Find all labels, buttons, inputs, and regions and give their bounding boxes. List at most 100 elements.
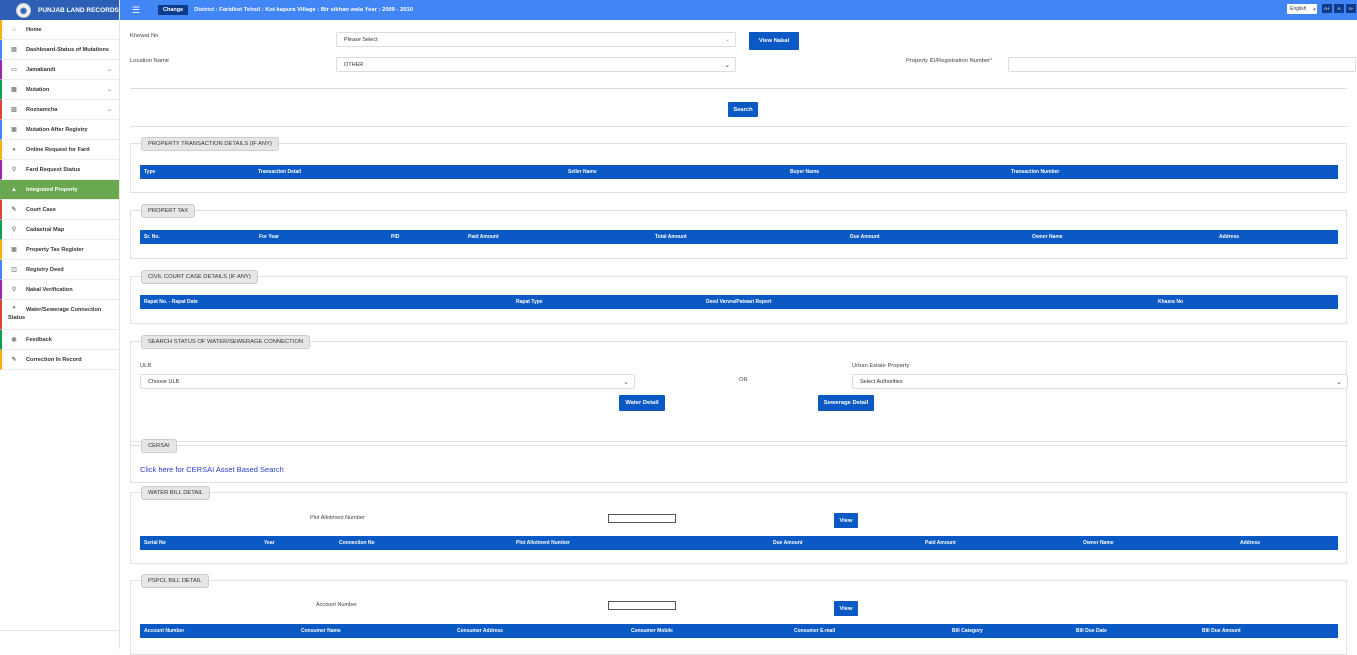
column-header: Address	[1240, 540, 1261, 546]
sidebar-item-label: Feedback	[26, 336, 52, 343]
cersai-section: CERSAI Click here for CERSAI Asset Based…	[130, 438, 1348, 483]
language-select[interactable]: English ▼	[1287, 4, 1317, 14]
property-id-input[interactable]	[1008, 57, 1356, 72]
khewat-select-value: Please Select	[344, 36, 378, 43]
book-icon: ▭	[11, 67, 17, 73]
sidebar-item-court-case[interactable]: ✎ Court Case	[0, 200, 119, 220]
location-select[interactable]: OTHER ⌄	[336, 57, 736, 72]
sidebar-item-label: Integrated Property	[26, 186, 78, 193]
registry-icon: ▣	[11, 127, 17, 133]
water-status-section: SEARCH STATUS OF WATER/SEWERAGE CONNECTI…	[130, 335, 1348, 442]
sidebar-item-integrated-property[interactable]: ▲ Integrated Property	[0, 180, 119, 200]
sidebar-item-label: Water/Sewerage Connection	[26, 307, 102, 313]
column-header: Total Amount	[655, 234, 687, 240]
or-label: OR	[739, 377, 748, 383]
sidebar-item-fard-request-status[interactable]: ⚲ Fard Request Status	[0, 160, 119, 180]
urban-estate-select[interactable]: Select Authorities ⌄	[852, 374, 1348, 389]
column-header: Bill Due Amount	[1202, 628, 1241, 634]
divider	[130, 126, 1347, 127]
hamburger-menu-icon[interactable]: ☰	[128, 5, 144, 16]
sidebar-item-registry-deed[interactable]: ◫ Registry Deed	[0, 260, 119, 280]
column-header: Bill Due Date	[1076, 628, 1107, 634]
sidebar-item-jamabandi[interactable]: ▭ Jamabandi ⌄	[0, 60, 119, 80]
column-header: Account Number	[144, 628, 185, 634]
column-header: Type	[144, 169, 156, 175]
transaction-table-header: Type Transaction Detail Seller Name Buyer N…	[140, 165, 1338, 179]
ulb-select[interactable]: Choose ULB ⌄	[140, 374, 635, 389]
pspcl-table-header: Account Number Consumer Name Consumer Addr…	[140, 624, 1338, 638]
property-id-label: Property ID/Registration Number*	[906, 58, 993, 64]
sewerage-detail-button[interactable]: Sewerage Detail	[818, 395, 874, 411]
sidebar-item-roznamcha[interactable]: ▥ Roznamcha ⌄	[0, 100, 119, 120]
column-header: Serial No	[144, 540, 166, 546]
column-header: Consumer E-mail	[794, 628, 836, 634]
khewat-select[interactable]: Please Select ⌄	[336, 32, 736, 47]
column-header: Due Amount	[773, 540, 803, 546]
top-bar: ☰ Change District : Faridkot Tehsil : Ko…	[120, 0, 1357, 20]
cersai-search-link[interactable]: Click here for CERSAI Asset Based Search	[140, 465, 284, 474]
location-select-value: OTHER	[344, 61, 364, 68]
chevron-down-icon: ⌄	[1336, 378, 1342, 386]
dashboard-icon: ▤	[11, 47, 17, 53]
water-bill-view-button[interactable]: View	[834, 513, 858, 528]
column-header: Consumer Address	[457, 628, 503, 634]
divider	[131, 445, 1348, 446]
location-info: District : Faridkot Tehsil : Kot kapura …	[194, 7, 413, 13]
sidebar-item-label: Court Case	[26, 206, 56, 213]
request-icon: ●	[12, 146, 16, 153]
sidebar-item-feedback[interactable]: ◉ Feedback	[0, 330, 119, 350]
sidebar-item-label: Jamabandi	[26, 66, 56, 73]
search-button[interactable]: Search	[728, 102, 758, 117]
column-header: Consumer Name	[301, 628, 341, 634]
sidebar-item-dashboard-status-of-mutations[interactable]: ▤ Dashboard-Status of Mutations	[0, 40, 119, 60]
water-drop-icon: ●	[12, 305, 16, 311]
ulb-label: ULB	[140, 363, 152, 369]
sidebar-item-online-request-for-fard[interactable]: ● Online Request for Fard	[0, 140, 119, 160]
font-increase-button[interactable]: A+	[1322, 4, 1332, 13]
font-normal-button[interactable]: A	[1334, 4, 1344, 13]
column-header: PID	[391, 234, 400, 240]
sidebar-item-label: Home	[26, 26, 42, 33]
sidebar-item-label: Online Request for Fard	[26, 146, 90, 153]
pspcl-view-button[interactable]: View	[834, 601, 858, 616]
column-header: Rapat Type	[516, 299, 543, 305]
sidebar-item-mutation-after-registry[interactable]: ▣ Mutation After Registry	[0, 120, 119, 140]
sidebar-nav: ⌂ Home ▤ Dashboard-Status of Mutations ▭ Jama…	[0, 20, 119, 370]
water-status-section-title: SEARCH STATUS OF WATER/SEWERAGE CONNECTI…	[141, 335, 311, 349]
main-content: Khewat No Please Select ⌄ View Nakal Loc…	[120, 20, 1357, 655]
font-decrease-button[interactable]: A-	[1346, 4, 1356, 13]
property-tax-section-title: PROPERT TAX	[141, 204, 196, 218]
water-bill-section-title: WATER BILL DETAIL	[141, 486, 211, 500]
account-number-input[interactable]	[608, 601, 676, 610]
view-nakal-button[interactable]: View Nakal	[749, 32, 799, 50]
sidebar-item-mutation[interactable]: ▦ Mutation ⌄	[0, 80, 119, 100]
deed-icon: ◫	[11, 267, 17, 273]
water-bill-section: WATER BILL DETAIL Plot Allotment Number …	[130, 486, 1347, 564]
transaction-section: PROPERTY TRANSACTION DETAILS (IF ANY) Ty…	[130, 137, 1347, 193]
change-location-button[interactable]: Change	[158, 5, 189, 15]
property-tax-section: PROPERT TAX Sr. No. For Year PID Paid Amoun…	[130, 204, 1347, 259]
khewat-label: Khewat No	[130, 33, 159, 39]
court-case-section-title: CIVIL COURT CASE DETAILS (IF ANY)	[141, 270, 258, 284]
ulb-select-value: Choose ULB	[148, 378, 180, 385]
sidebar-item-home[interactable]: ⌂ Home	[0, 20, 119, 40]
column-header: Transaction Number	[1011, 169, 1060, 175]
emblem-logo-icon: ◉	[16, 2, 31, 18]
language-value: English	[1290, 6, 1307, 12]
sidebar-item-property-tax-register[interactable]: ▣ Property Tax Register	[0, 240, 119, 260]
sidebar-item-water-sewerage-connection[interactable]: ● Water/Sewerage Connection Status	[0, 300, 119, 330]
urban-estate-select-value: Select Authorities	[860, 378, 903, 385]
sidebar-item-label: Mutation	[26, 86, 50, 93]
transaction-section-title: PROPERTY TRANSACTION DETAILS (IF ANY)	[141, 137, 279, 151]
brand-header[interactable]: ◉ PUNJAB LAND RECORDS	[0, 0, 119, 20]
sidebar-item-label: Registry Deed	[26, 266, 64, 273]
home-icon: ⌂	[12, 26, 16, 33]
plot-allotment-input[interactable]	[608, 514, 676, 523]
water-detail-button[interactable]: Water Detail	[619, 395, 665, 411]
search-icon: ⚲	[11, 167, 17, 173]
sidebar-item-cadastral-map[interactable]: ⚲ Cadastral Map	[0, 220, 119, 240]
column-header: Owner Name	[1032, 234, 1063, 240]
register-icon: ▣	[11, 247, 17, 253]
sidebar-item-correction-in-record[interactable]: ✎ Correction In Record	[0, 350, 119, 370]
sidebar-item-nakal-verification[interactable]: ⚲ Nakal Verification	[0, 280, 119, 300]
